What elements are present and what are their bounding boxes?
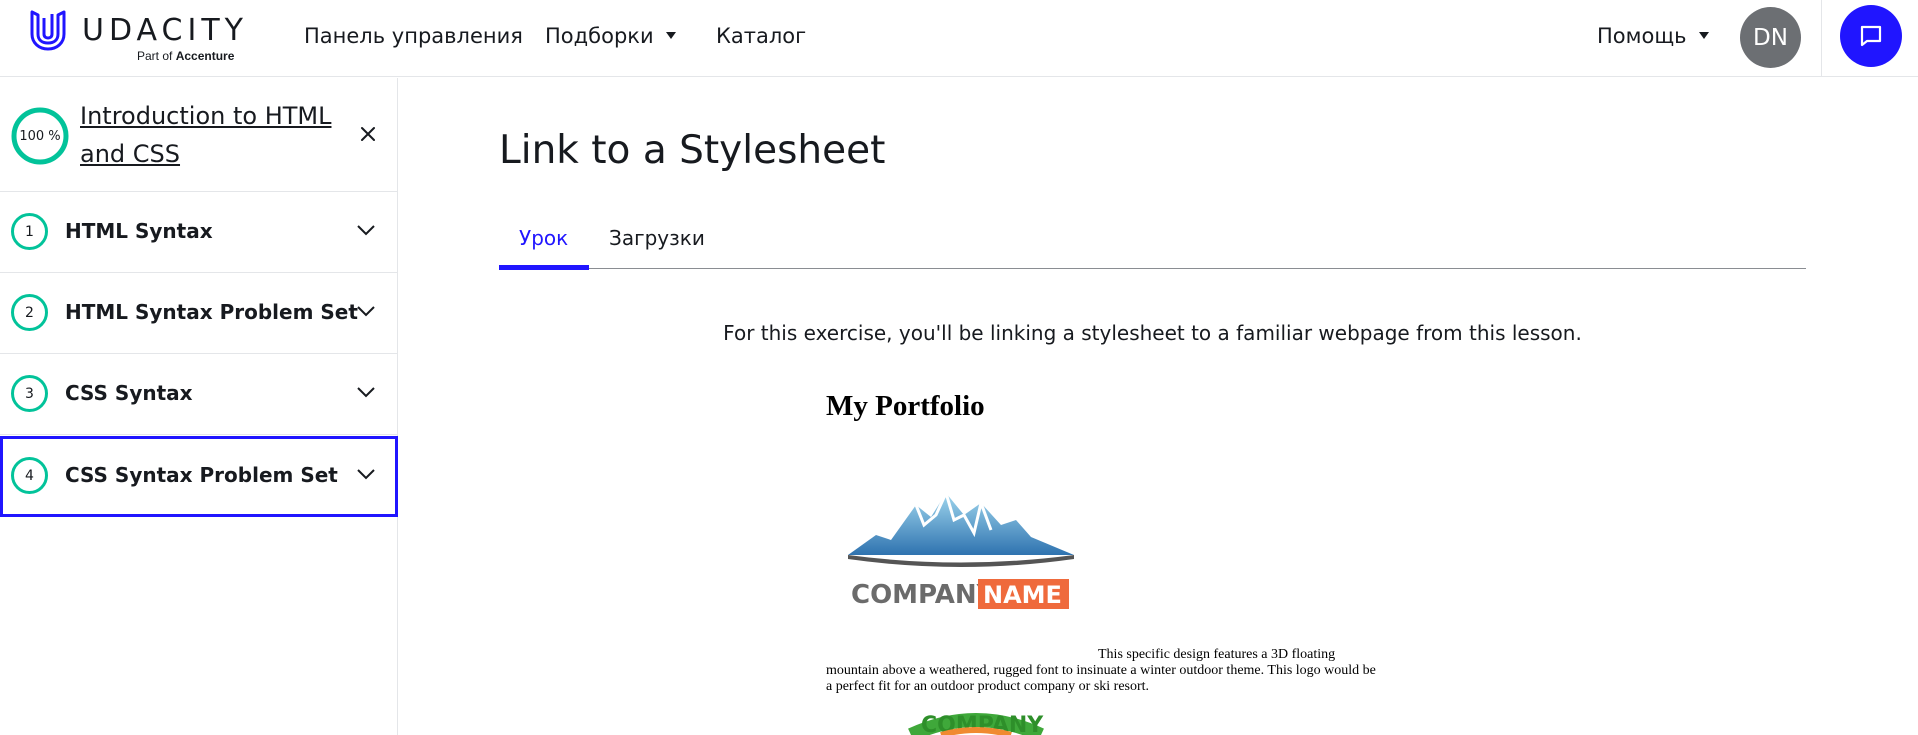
portfolio-title: My Portfolio: [826, 390, 985, 422]
page-title: Link to a Stylesheet: [499, 128, 886, 173]
nav-help-menu[interactable]: Помощь: [1597, 24, 1709, 48]
content-tabs: Урок Загрузки: [499, 222, 1806, 270]
logo-company-text: COMPANY: [851, 580, 997, 610]
lesson-number-badge: 2: [11, 294, 48, 331]
caret-down-icon: [665, 31, 676, 39]
lesson-label: HTML Syntax: [65, 219, 213, 243]
nav-dashboard-link[interactable]: Панель управления: [304, 24, 523, 48]
lesson-label: HTML Syntax Problem Set: [65, 300, 358, 324]
divider: [1821, 0, 1822, 77]
active-tab-indicator: [499, 265, 589, 270]
lesson-number-badge: 1: [11, 213, 48, 250]
chevron-down-icon: [357, 469, 375, 480]
portfolio-preview: My Portfolio COMPANY NAME This specific …: [826, 390, 1386, 735]
lesson-number-badge: 3: [11, 375, 48, 412]
lesson-number-badge: 4: [11, 457, 48, 494]
nav-catalog-link[interactable]: Каталог: [716, 24, 806, 48]
lesson-item-html-syntax[interactable]: 1 HTML Syntax: [0, 192, 398, 273]
lesson-label: CSS Syntax: [65, 381, 193, 405]
course-sidebar: 100 % Introduction to HTML and CSS 1 HTM…: [0, 78, 398, 735]
chevron-down-icon: [357, 225, 375, 236]
company-logo-image: COMPANY: [908, 713, 1044, 735]
chat-button[interactable]: [1840, 5, 1902, 67]
chevron-down-icon: [357, 387, 375, 398]
udacity-logo[interactable]: UDACITY Part of Accenture: [28, 9, 248, 65]
caret-down-icon: [1698, 31, 1709, 39]
progress-percent: 100 %: [19, 128, 61, 144]
course-header: 100 % Introduction to HTML and CSS: [0, 78, 398, 192]
lesson-content: Link to a Stylesheet Урок Загрузки For t…: [399, 78, 1918, 735]
exercise-intro-text: For this exercise, you'll be linking a s…: [723, 321, 1582, 345]
tab-downloads[interactable]: Загрузки: [609, 222, 705, 269]
chat-icon: [1860, 25, 1882, 47]
lesson-item-css-syntax-problem-set[interactable]: 4 CSS Syntax Problem Set: [0, 436, 398, 517]
logo-tagline: Part of Accenture: [137, 49, 235, 63]
close-icon[interactable]: [357, 123, 379, 145]
top-navigation: UDACITY Part of Accenture Панель управле…: [0, 0, 1918, 77]
logo-name-text: NAME: [983, 581, 1062, 609]
chevron-down-icon: [357, 306, 375, 317]
nav-collections-menu[interactable]: Подборки: [545, 24, 676, 48]
lesson-item-html-syntax-problem-set[interactable]: 2 HTML Syntax Problem Set: [0, 273, 398, 354]
user-avatar[interactable]: DN: [1740, 7, 1801, 68]
course-title-link[interactable]: Introduction to HTML and CSS: [80, 97, 350, 173]
portfolio-description: This specific design features a 3D float…: [826, 647, 1376, 694]
logo-wordmark: UDACITY: [82, 13, 248, 48]
mountain-logo-image: COMPANY NAME: [848, 488, 1074, 610]
tab-lesson[interactable]: Урок: [519, 222, 568, 269]
lesson-label: CSS Syntax Problem Set: [65, 463, 338, 487]
udacity-logo-icon: [30, 10, 66, 51]
lesson-item-css-syntax[interactable]: 3 CSS Syntax: [0, 354, 398, 435]
